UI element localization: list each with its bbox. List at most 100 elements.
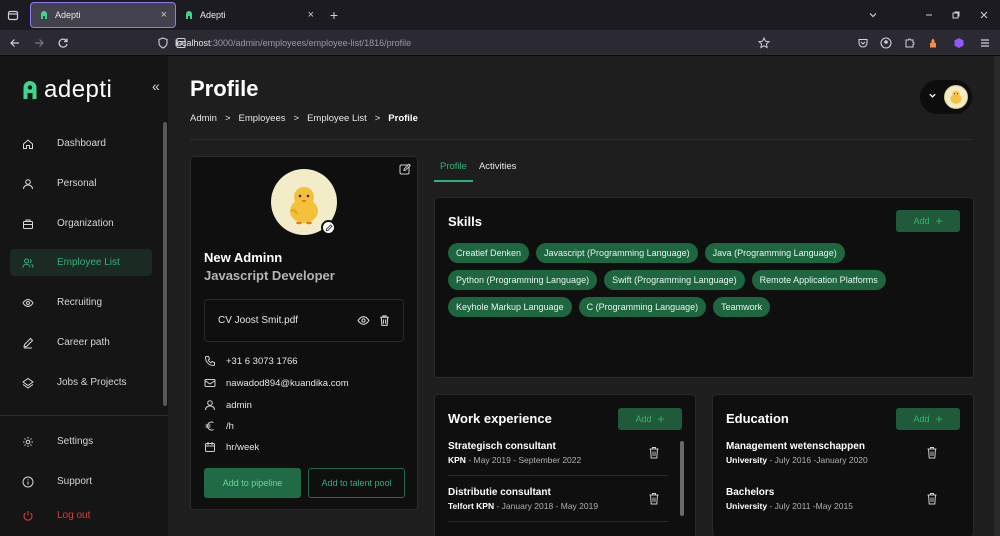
rate-value: /h [226,420,234,432]
restore-window-icon[interactable] [949,8,963,22]
person-icon [23,178,33,189]
url-host: localhost [175,38,211,48]
tab-close-icon[interactable]: × [308,9,314,21]
forward-arrow-icon[interactable] [32,36,46,50]
user-menu-button[interactable] [920,80,972,114]
page-scrollbar[interactable] [994,56,1000,536]
sidebar-item-personal[interactable]: Personal [10,170,152,197]
sidebar-item-career-path[interactable]: Career path [10,329,152,356]
url-bar[interactable]: localhost:3000/admin/employees/employee-… [175,33,805,53]
hours-value: hr/week [226,441,260,453]
add-to-pipeline-button[interactable]: Add to pipeline [204,468,301,498]
briefcase-icon [23,219,33,229]
sidebar-scrollbar[interactable] [163,122,167,406]
trash-icon[interactable] [378,314,391,327]
skill-chip[interactable]: Keyhole Markup Language [448,297,572,317]
phone-value: +31 6 3073 1766 [226,355,298,367]
minimize-window-icon[interactable] [922,8,936,22]
sidebar-item-label: Support [57,476,93,487]
work-dates: - May 2019 - September 2022 [465,455,582,465]
sidebar-item-settings[interactable]: Settings [10,428,152,455]
sidebar-item-employee-list[interactable]: Employee List [10,249,152,276]
menu-icon[interactable] [978,36,992,50]
work-entry: Strategisch consultant KPN - May 2019 - … [448,441,581,465]
skill-chip[interactable]: Swift (Programming Language) [604,270,745,290]
extension-orange-icon[interactable] [926,36,940,50]
plus-icon: + [935,214,943,228]
back-arrow-icon[interactable] [8,36,22,50]
education-entry: Management wetenschappen University - Ju… [726,441,868,465]
skill-chip[interactable]: Remote Application Platforms [751,270,886,290]
education-title: Education [726,411,789,426]
skill-chip[interactable]: Java (Programming Language) [704,243,845,263]
sidebar-item-label: Personal [57,178,97,189]
add-work-button[interactable]: Add + [618,408,682,430]
work-org: KPN [448,455,466,465]
sidebar-item-recruiting[interactable]: Recruiting [10,289,152,316]
education-subtitle: University - July 2016 -January 2020 [726,455,868,465]
collapse-sidebar-button[interactable]: « [152,78,160,94]
shield-icon[interactable] [156,36,170,50]
sidebar-item-logout[interactable]: Log out [10,502,152,529]
chevron-down-icon [929,93,936,98]
skill-chip[interactable]: Javascript (Programming Language) [536,243,698,263]
breadcrumb-employees[interactable]: Employees [239,113,286,124]
add-to-talent-pool-button[interactable]: Add to talent pool [308,468,405,498]
skill-chip[interactable]: Python (Programming Language) [448,270,598,290]
trash-icon[interactable] [648,446,660,459]
trash-icon[interactable] [926,446,938,459]
sidebar-item-label: Recruiting [57,297,103,308]
sidebar-item-label: Career path [57,337,110,348]
browser-navbar: localhost:3000/admin/employees/employee-… [0,30,1000,56]
extensions-icon[interactable] [902,36,916,50]
reload-icon[interactable] [56,36,70,50]
breadcrumb-employee-list[interactable]: Employee List [307,113,367,124]
pocket-icon[interactable] [856,36,870,50]
mail-icon [204,379,216,387]
breadcrumb-separator: > [374,113,381,124]
sidebar-item-organization[interactable]: Organization [10,210,152,237]
header-divider [190,139,972,140]
extension-purple-icon[interactable] [952,36,966,50]
skill-chip[interactable]: C (Programming Language) [578,297,707,317]
email-value: nawadod894@kuandika.com [226,377,349,389]
education-org: University [726,501,768,511]
account-icon[interactable] [879,36,893,50]
work-scrollbar[interactable] [680,441,684,516]
add-education-button[interactable]: Add + [896,408,960,430]
sidebar-item-label: Employee List [57,257,120,268]
breadcrumb-admin[interactable]: Admin [190,113,217,124]
browser-tab-2[interactable]: Adepti × [176,2,322,28]
edit-icon[interactable] [399,163,411,175]
tab-profile[interactable]: Profile [434,159,473,182]
tab-close-icon[interactable]: × [161,9,167,21]
browser-tab-1[interactable]: Adepti × [30,2,176,28]
new-tab-button[interactable]: + [327,7,341,23]
sidebar-item-jobs-projects[interactable]: Jobs & Projects [10,369,152,396]
sidebar-item-support[interactable]: Support [10,468,152,495]
person-icon [205,400,215,411]
tab-activities[interactable]: Activities [473,159,522,182]
close-window-icon[interactable] [977,8,991,22]
work-experience-card: Work experience Add + Strategisch consult… [434,394,696,536]
cv-file-name[interactable]: CV Joost Smit.pdf [218,315,298,326]
avatar-edit-button[interactable] [321,220,336,235]
skill-chip[interactable]: Teamwork [713,297,771,317]
trash-icon[interactable] [648,492,660,505]
trash-icon[interactable] [926,492,938,505]
add-skill-button[interactable]: Add + [896,210,960,232]
profile-role: Javascript Developer [204,268,335,283]
work-entry: Distributie consultant Telfort KPN - Jan… [448,487,598,511]
hours-row: hr/week [204,441,259,453]
tab-title: Adepti [55,10,81,20]
work-org: Telfort KPN [448,501,495,511]
tab-overview-icon[interactable] [6,8,20,22]
skill-chip[interactable]: Creatief Denken [448,243,530,263]
tab-list-chevron-icon[interactable] [866,8,880,22]
entry-divider [448,475,668,476]
bookmark-star-icon[interactable] [757,36,771,50]
sidebar-item-dashboard[interactable]: Dashboard [10,130,152,157]
logo-text: adepti [44,76,113,103]
adepti-logo[interactable]: adepti [22,76,112,104]
eye-icon[interactable] [357,314,370,327]
